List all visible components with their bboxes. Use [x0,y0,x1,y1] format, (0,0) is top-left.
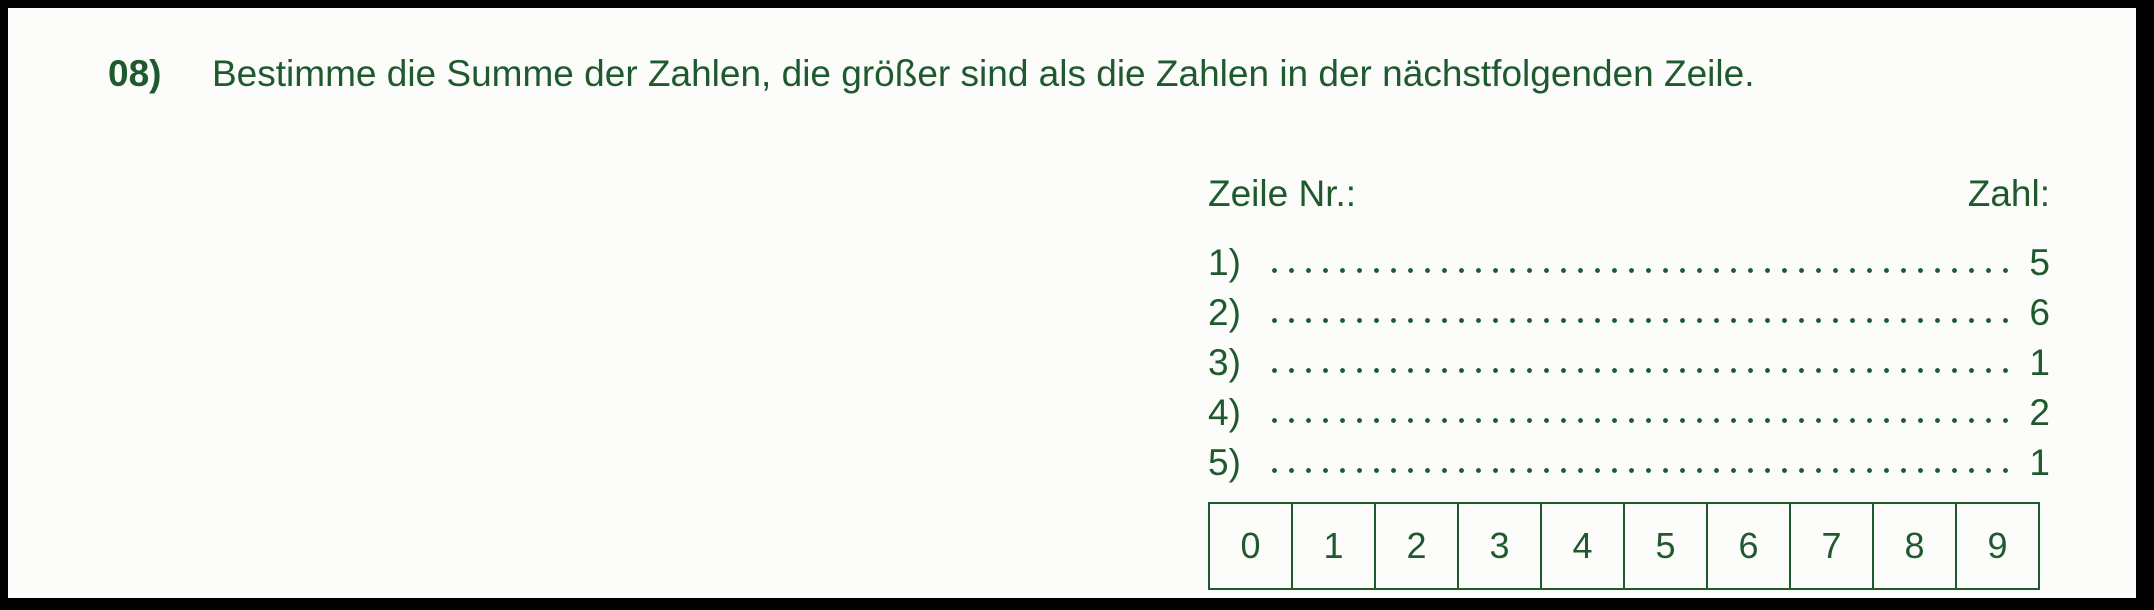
question-number: 08) [108,53,162,94]
answer-option-1[interactable]: 1 [1293,504,1376,588]
dotted-leader [1266,268,2008,273]
dotted-leader [1266,318,2008,323]
answer-option-6[interactable]: 6 [1708,504,1791,588]
number-header: Zahl: [1967,173,2050,214]
row-value: 1 [2029,442,2050,483]
row-value: 6 [2029,292,2050,333]
list-item: 4) 2 [1208,388,2050,438]
list-item: 2) 6 [1208,288,2050,338]
dotted-leader [1266,468,2008,473]
row-value: 2 [2029,392,2050,433]
row-label: 1) [1208,242,1241,283]
row-label: 2) [1208,292,1241,333]
question: 08) Bestimme die Summe der Zahlen, die gr… [108,52,1754,96]
answer-option-9[interactable]: 9 [1957,504,2040,588]
dotted-leader [1266,368,2008,373]
answer-option-8[interactable]: 8 [1874,504,1957,588]
list-item: 5) 1 [1208,438,2050,488]
list-item: 1) 5 [1208,238,2050,288]
answer-option-0[interactable]: 0 [1210,504,1293,588]
question-text: Bestimme die Summe der Zahlen, die größe… [212,53,1755,94]
dotted-leader [1266,418,2008,423]
list-item: 3) 1 [1208,338,2050,388]
row-label: 4) [1208,392,1241,433]
row-number-header: Zeile Nr.: [1208,173,1357,214]
answer-options: 0 1 2 3 4 5 6 7 8 9 [1208,502,2040,590]
answer-option-4[interactable]: 4 [1542,504,1625,588]
worksheet: 08) Bestimme die Summe der Zahlen, die gr… [8,8,2136,598]
answer-option-5[interactable]: 5 [1625,504,1708,588]
answer-option-3[interactable]: 3 [1459,504,1542,588]
row-value: 5 [2029,242,2050,283]
row-label: 5) [1208,442,1241,483]
number-list: 1) 5 2) 6 3) 1 4) 2 5) 1 [1208,238,2050,488]
answer-option-2[interactable]: 2 [1376,504,1459,588]
row-value: 1 [2029,342,2050,383]
row-label: 3) [1208,342,1241,383]
answer-option-7[interactable]: 7 [1791,504,1874,588]
